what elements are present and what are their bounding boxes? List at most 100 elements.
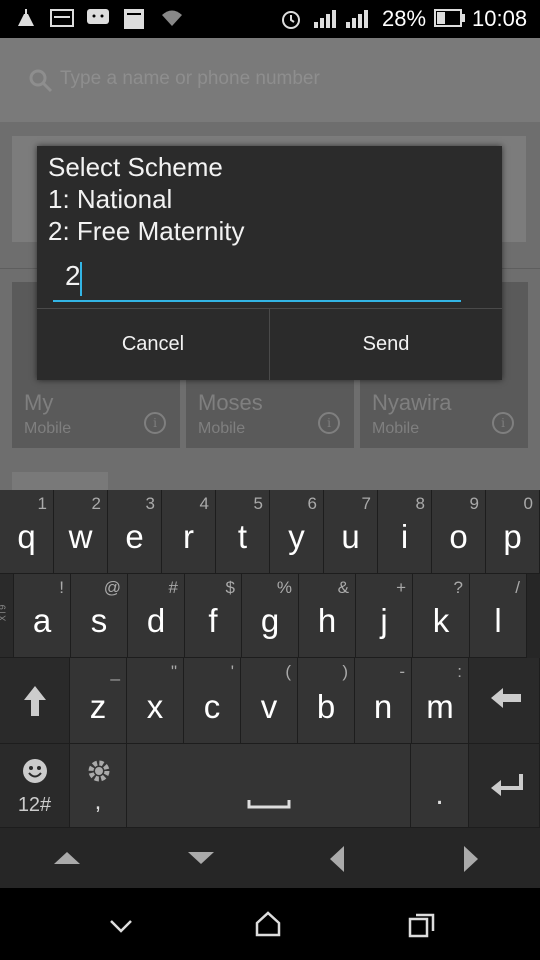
shift-icon	[24, 686, 46, 716]
key-label: o	[449, 518, 468, 555]
send-button[interactable]: Send	[270, 309, 502, 380]
scheme-input-value: 2	[65, 260, 81, 291]
key-x[interactable]: " x	[127, 658, 184, 744]
settings-comma-key[interactable]: ,	[70, 744, 127, 828]
backspace-key[interactable]	[469, 658, 540, 744]
key-alt-label: 1	[37, 494, 47, 513]
period-label: .	[435, 778, 444, 811]
key-alt-label: $	[225, 578, 235, 597]
key-l[interactable]: / l	[470, 574, 527, 658]
space-key[interactable]	[127, 744, 411, 828]
enter-icon	[491, 774, 523, 796]
key-p[interactable]: 0p	[486, 490, 540, 574]
home-icon[interactable]	[254, 910, 282, 943]
key-i[interactable]: 8i	[378, 490, 432, 574]
key-a[interactable]: ! a	[14, 574, 71, 658]
key-alt-label: -	[399, 662, 405, 681]
key-label: s	[90, 602, 108, 639]
key-alt-label: 4	[199, 494, 209, 513]
key-label: z	[89, 688, 107, 725]
key-n[interactable]: -n	[355, 658, 412, 744]
search-input[interactable]: Type a name or phone number	[60, 68, 320, 90]
key-w[interactable]: 2w	[54, 490, 108, 574]
info-icon[interactable]: i	[318, 412, 340, 434]
key-alt-label: )	[342, 662, 348, 681]
keyboard-cursor-row	[0, 828, 540, 888]
info-icon[interactable]: i	[144, 412, 166, 434]
key-f[interactable]: $ f	[185, 574, 242, 658]
contact-name: My	[24, 390, 54, 415]
dialog-title: Select Scheme	[48, 152, 223, 182]
key-alt-label: 2	[91, 494, 101, 513]
contact-type: Mobile	[372, 420, 420, 437]
period-key[interactable]: .	[411, 744, 469, 828]
contact-name: Nyawira	[372, 390, 452, 415]
key-k[interactable]: ? k	[413, 574, 470, 658]
key-g[interactable]: % g	[242, 574, 299, 658]
key-alt-label: 5	[253, 494, 263, 513]
battery-icon	[434, 9, 466, 29]
cursor-left-icon[interactable]	[328, 844, 346, 879]
cursor-up-icon[interactable]	[52, 850, 82, 871]
alarm-icon	[280, 8, 302, 29]
smiley-icon	[23, 759, 47, 783]
shift-key[interactable]	[0, 658, 70, 744]
mode-key[interactable]: 12#	[0, 744, 70, 828]
key-alt-label: #	[168, 578, 178, 597]
info-icon[interactable]: i	[492, 412, 514, 434]
key-label: a	[32, 602, 52, 639]
key-alt-label: /	[515, 578, 520, 597]
key-label: c	[203, 688, 221, 725]
comma-label: ,	[94, 788, 102, 815]
key-b[interactable]: ) b	[298, 658, 355, 744]
key-alt-label: "	[170, 662, 177, 681]
key-alt-label: _	[110, 662, 120, 681]
key-label: g	[260, 602, 280, 639]
search-icon	[29, 69, 53, 93]
key-alt-label: @	[103, 578, 121, 597]
backspace-icon	[491, 688, 521, 708]
key-label: r	[183, 518, 194, 555]
key-t[interactable]: 5t	[216, 490, 270, 574]
key-r[interactable]: 4r	[162, 490, 216, 574]
key-label: y	[288, 518, 305, 555]
hide-keyboard-icon[interactable]	[108, 918, 134, 939]
key-z[interactable]: _ z	[70, 658, 127, 744]
cancel-button[interactable]: Cancel	[37, 309, 269, 380]
scheme-input[interactable]: 2	[53, 256, 461, 302]
key-d[interactable]: # d	[128, 574, 185, 658]
system-navigation-bar	[0, 888, 540, 960]
key-v[interactable]: (v	[241, 658, 298, 744]
key-label: n	[373, 688, 393, 725]
key-e[interactable]: 3e	[108, 490, 162, 574]
recent-apps-icon[interactable]	[408, 912, 436, 943]
key-j[interactable]: + j	[356, 574, 413, 658]
key-alt-label: %	[276, 578, 292, 597]
text-cursor	[80, 262, 82, 296]
key-u[interactable]: 7u	[324, 490, 378, 574]
cursor-right-icon[interactable]	[462, 844, 480, 879]
key-alt-label: :	[457, 662, 462, 681]
gear-icon	[88, 760, 110, 782]
enter-key[interactable]	[469, 744, 540, 828]
key-s[interactable]: @ s	[71, 574, 128, 658]
key-o[interactable]: 9o	[432, 490, 486, 574]
search-bar[interactable]: Type a name or phone number	[0, 38, 540, 122]
key-h[interactable]: & h	[299, 574, 356, 658]
key-label: x	[146, 688, 164, 725]
space-icon	[247, 800, 291, 809]
clock: 10:08	[472, 6, 528, 31]
key-alt-label: !	[59, 578, 64, 597]
cleanup-icon	[14, 8, 38, 28]
mode-key-label: 12#	[17, 794, 52, 816]
key-y[interactable]: 6y	[270, 490, 324, 574]
contact-tile-partial	[12, 472, 108, 490]
key-m[interactable]: :m	[412, 658, 469, 744]
contact-type: Mobile	[198, 420, 246, 437]
contact-type: Mobile	[24, 420, 72, 437]
key-q[interactable]: 1q	[0, 490, 54, 574]
key-alt-label: 0	[523, 494, 533, 513]
cursor-down-icon[interactable]	[186, 850, 216, 871]
key-label: i	[400, 518, 409, 555]
key-c[interactable]: ' c	[184, 658, 241, 744]
